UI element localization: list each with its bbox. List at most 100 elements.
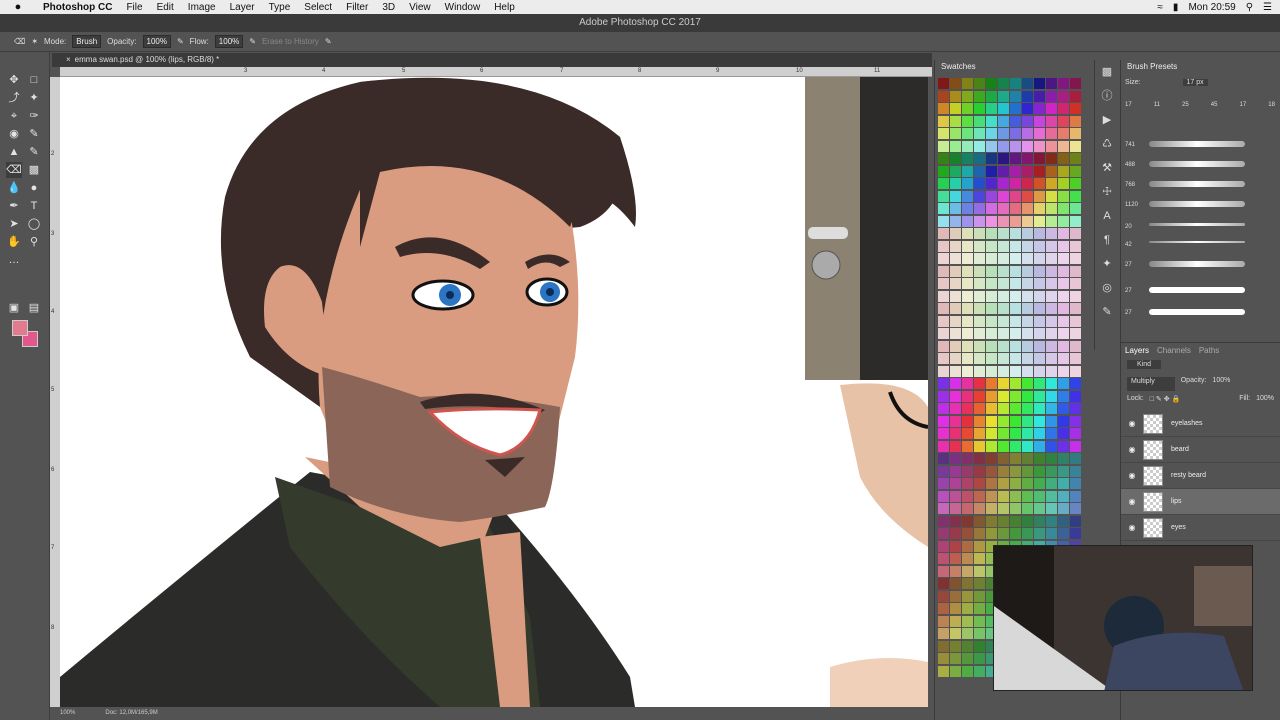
color-swatch[interactable] (998, 165, 1009, 177)
color-swatch[interactable] (1070, 440, 1081, 452)
color-swatch[interactable] (974, 578, 985, 589)
color-swatch[interactable] (950, 390, 961, 402)
tab-channels[interactable]: Channels (1157, 346, 1191, 355)
color-swatch[interactable] (938, 453, 949, 464)
color-swatch[interactable] (1034, 465, 1045, 477)
color-swatch[interactable] (1010, 315, 1021, 327)
color-swatch[interactable] (962, 128, 973, 139)
color-swatch[interactable] (974, 540, 985, 552)
color-swatch[interactable] (1034, 140, 1045, 152)
color-swatch[interactable] (1058, 153, 1069, 164)
color-swatch[interactable] (1034, 253, 1045, 264)
color-swatch[interactable] (962, 290, 973, 302)
color-swatch[interactable] (1046, 253, 1057, 264)
type-tool-icon[interactable]: T (26, 198, 42, 214)
document-canvas[interactable] (60, 77, 928, 707)
color-swatch[interactable] (950, 253, 961, 264)
eraser-tool-icon[interactable]: ⌫ (6, 162, 22, 178)
color-swatch[interactable] (1058, 340, 1069, 352)
color-swatch[interactable] (1022, 390, 1033, 402)
color-swatch[interactable] (1058, 240, 1069, 252)
color-swatch[interactable] (1022, 465, 1033, 477)
color-swatch[interactable] (1034, 478, 1045, 489)
clock[interactable]: Mon 20:59 (1188, 2, 1235, 13)
menu-file[interactable]: File (119, 2, 149, 13)
color-swatch[interactable] (1034, 165, 1045, 177)
color-swatch[interactable] (962, 615, 973, 627)
color-swatch[interactable] (974, 328, 985, 339)
color-swatch[interactable] (986, 140, 997, 152)
lock-icons[interactable]: □ ✎ ✥ 🔒 (1150, 395, 1181, 409)
history-icon[interactable]: ☩ (1095, 180, 1119, 204)
notifications-icon[interactable]: ☰ (1263, 2, 1272, 13)
color-swatch[interactable] (1058, 278, 1069, 289)
color-swatch[interactable] (1010, 490, 1021, 502)
color-swatch[interactable] (950, 615, 961, 627)
color-swatch[interactable] (962, 90, 973, 102)
color-swatch[interactable] (986, 315, 997, 327)
color-swatch[interactable] (938, 215, 949, 227)
color-swatch[interactable] (986, 415, 997, 427)
color-swatch[interactable] (962, 328, 973, 339)
color-swatch[interactable] (938, 228, 949, 239)
color-swatch[interactable] (1010, 253, 1021, 264)
brush-stroke-row[interactable]: 768 (1121, 176, 1280, 192)
color-swatch[interactable] (938, 303, 949, 314)
color-swatch[interactable] (974, 265, 985, 277)
color-swatch[interactable] (1034, 390, 1045, 402)
color-swatch[interactable] (974, 465, 985, 477)
color-swatch[interactable] (1010, 240, 1021, 252)
color-swatch[interactable] (1070, 303, 1081, 314)
color-swatch[interactable] (1034, 365, 1045, 377)
screen-mode-icon[interactable]: ▤ (26, 300, 42, 316)
menu-select[interactable]: Select (297, 2, 339, 13)
color-swatch[interactable] (938, 428, 949, 439)
color-swatch[interactable] (1034, 103, 1045, 114)
color-swatch[interactable] (950, 590, 961, 602)
color-swatch[interactable] (1034, 203, 1045, 214)
color-swatch[interactable] (974, 603, 985, 614)
airbrush-icon[interactable]: ✎ (249, 37, 256, 46)
color-swatch[interactable] (1046, 503, 1057, 514)
color-swatch[interactable] (986, 365, 997, 377)
color-swatch[interactable] (1046, 403, 1057, 414)
character-icon[interactable]: A (1095, 204, 1119, 228)
color-swatch[interactable] (950, 178, 961, 189)
brush-preset-picker[interactable]: ✶ (31, 37, 38, 46)
menu-edit[interactable]: Edit (150, 2, 181, 13)
color-swatch[interactable] (998, 303, 1009, 314)
color-swatch[interactable] (1034, 378, 1045, 389)
app-name-menu[interactable]: Photoshop CC (36, 2, 119, 13)
color-swatch[interactable] (998, 528, 1009, 539)
color-swatch[interactable] (986, 278, 997, 289)
color-swatch[interactable] (1058, 478, 1069, 489)
color-swatch[interactable] (950, 578, 961, 589)
color-swatch[interactable] (974, 653, 985, 664)
color-swatch[interactable] (1070, 515, 1081, 527)
color-swatch[interactable] (950, 503, 961, 514)
color-swatch[interactable] (1022, 365, 1033, 377)
color-swatch[interactable] (986, 328, 997, 339)
color-swatch[interactable] (1034, 315, 1045, 327)
color-swatch[interactable] (974, 78, 985, 89)
color-swatch[interactable] (1070, 328, 1081, 339)
color-swatch[interactable] (1046, 165, 1057, 177)
color-swatch[interactable] (938, 240, 949, 252)
crop-tool-icon[interactable]: ⌖ (6, 108, 22, 124)
color-swatch[interactable] (1070, 78, 1081, 89)
color-swatch[interactable] (1010, 465, 1021, 477)
horizontal-ruler[interactable]: 3 4 5 6 7 8 9 10 11 (60, 67, 932, 77)
color-swatch[interactable] (938, 115, 949, 127)
menu-filter[interactable]: Filter (339, 2, 375, 13)
color-swatch[interactable] (1070, 503, 1081, 514)
color-swatch[interactable] (974, 665, 985, 677)
color-swatch[interactable] (1070, 240, 1081, 252)
color-swatch[interactable] (1022, 140, 1033, 152)
color-swatch[interactable] (974, 528, 985, 539)
color-swatch[interactable] (1070, 428, 1081, 439)
color-swatch[interactable] (974, 240, 985, 252)
color-swatch[interactable] (1010, 203, 1021, 214)
color-swatch[interactable] (938, 353, 949, 364)
lasso-tool-icon[interactable]: ⤴ (6, 90, 22, 106)
clone-source-icon[interactable]: ♺ (1095, 132, 1119, 156)
